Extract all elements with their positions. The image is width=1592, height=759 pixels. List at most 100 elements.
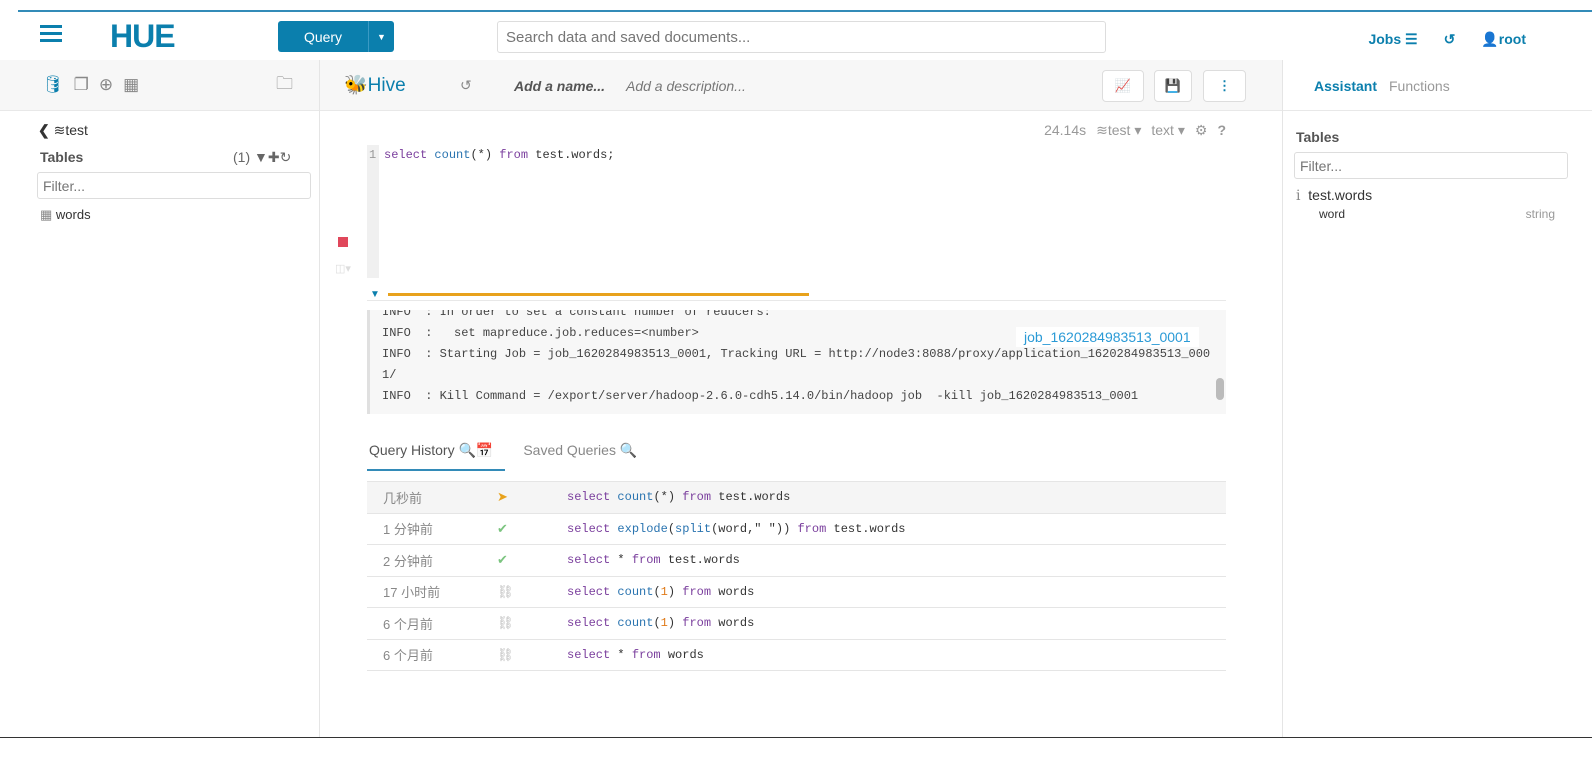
- sql-token: count: [617, 584, 654, 599]
- sql-token: select: [567, 616, 618, 631]
- history-row[interactable]: 17 小时前 ⛓ select count(1) from words: [367, 577, 1226, 608]
- history-query[interactable]: select explode(split(word," ")) from tes…: [567, 522, 1226, 536]
- history-row[interactable]: 1 分钟前 ✔ select explode(split(word," ")) fr…: [367, 514, 1226, 545]
- sql-token: test.words: [660, 553, 740, 568]
- editor-gutter: [367, 145, 379, 278]
- tables-filter-input[interactable]: [37, 172, 311, 199]
- execution-log[interactable]: INFO : In order to set a constant number…: [367, 310, 1226, 414]
- save-button[interactable]: 💾: [1154, 70, 1192, 102]
- add-icon[interactable]: ✚: [268, 149, 280, 165]
- filter-icon[interactable]: ▼: [254, 149, 268, 165]
- format-value: text: [1151, 122, 1174, 138]
- settings-gear-icon[interactable]: ⚙: [1195, 122, 1208, 139]
- history-time: 1 分钟前: [383, 522, 433, 538]
- clear-history-icon[interactable]: 📅: [476, 442, 493, 458]
- history-query[interactable]: select count(1) from words: [567, 585, 1226, 599]
- format-selector[interactable]: text ▾: [1151, 122, 1185, 139]
- history-row[interactable]: 2 分钟前 ✔ select * from test.words: [367, 545, 1226, 577]
- db-icon: ≋: [53, 122, 66, 138]
- more-options-button[interactable]: ⋮: [1203, 70, 1246, 102]
- history-row[interactable]: 6 个月前 ⛓ select count(1) from words: [367, 608, 1226, 640]
- query-dropdown-toggle[interactable]: ▼: [368, 21, 394, 52]
- global-search-input[interactable]: [497, 21, 1106, 53]
- folder-icon[interactable]: 🗀: [276, 71, 293, 100]
- success-check-icon: ✔: [497, 552, 508, 568]
- column-item[interactable]: word: [1319, 207, 1345, 221]
- top-nav: HUE Query ▼ Jobs ☰ ↺ 👤root: [0, 12, 1592, 60]
- sql-token: from: [682, 616, 712, 631]
- sql-editor[interactable]: select count(*) from test.words;: [384, 148, 614, 162]
- sql-token: split: [675, 521, 712, 536]
- assist-filter-input[interactable]: [1294, 152, 1568, 179]
- refresh-icon[interactable]: ↻: [280, 149, 292, 165]
- user-menu[interactable]: 👤root: [1481, 31, 1526, 48]
- sql-token: select: [567, 490, 618, 505]
- tables-count: (1): [233, 149, 251, 165]
- tab-assistant[interactable]: Assistant: [1314, 78, 1377, 94]
- history-query[interactable]: select count(1) from words: [567, 616, 1226, 630]
- tab-saved-queries[interactable]: Saved Queries 🔍: [505, 436, 649, 471]
- table-item-words[interactable]: ▦ words: [40, 207, 91, 223]
- sql-token: select: [567, 553, 618, 568]
- query-name-field[interactable]: Add a name...: [514, 78, 605, 94]
- sql-token: ): [667, 616, 683, 631]
- log-scrollbar[interactable]: [1216, 378, 1224, 400]
- hamburger-menu-icon[interactable]: [40, 25, 62, 43]
- history-icon[interactable]: ↺: [1444, 31, 1456, 48]
- grid-icon[interactable]: ▦: [123, 75, 139, 95]
- db-breadcrumb[interactable]: ❮ ≋test: [38, 122, 88, 139]
- database-value: test: [1107, 122, 1131, 138]
- chart-button[interactable]: 📈: [1102, 70, 1144, 102]
- snippet-type-icon[interactable]: ◫▾: [335, 262, 351, 275]
- query-description-field[interactable]: Add a description...: [626, 78, 746, 94]
- sql-token: test.words: [826, 521, 906, 536]
- query-button[interactable]: Query: [278, 21, 368, 52]
- search-icon[interactable]: 🔍: [458, 442, 475, 458]
- database-icon[interactable]: 🛢: [42, 75, 64, 95]
- history-time: 6 个月前: [383, 648, 433, 664]
- engine-name: Hive: [367, 75, 406, 96]
- sql-token: count: [617, 490, 654, 505]
- sql-token: explode: [617, 521, 668, 536]
- jobs-button[interactable]: Jobs ☰: [1368, 31, 1417, 48]
- tab-query-history[interactable]: Query History 🔍📅: [367, 436, 506, 471]
- stop-execution-button[interactable]: [338, 237, 348, 247]
- sql-token: test.words;: [528, 148, 615, 162]
- job-link[interactable]: job_1620284983513_0001: [1016, 327, 1199, 347]
- execution-time: 24.14s: [1044, 122, 1087, 138]
- tab-label: Query History: [369, 442, 455, 458]
- back-chevron-icon[interactable]: ❮: [38, 122, 50, 138]
- database-selector[interactable]: ≋test ▾: [1096, 122, 1141, 139]
- sql-token: (word," ")): [711, 521, 798, 536]
- sql-token: select: [567, 521, 618, 536]
- info-icon[interactable]: i: [1296, 188, 1300, 204]
- history-row[interactable]: 几秒前 ➤ select count(*) from test.words: [367, 482, 1226, 514]
- history-row[interactable]: 6 个月前 ⛓ select * from words: [367, 640, 1226, 671]
- history-icon[interactable]: ↺: [460, 77, 472, 94]
- hive-engine[interactable]: 🐝Hive: [344, 73, 406, 97]
- broken-link-icon: ⛓: [497, 646, 514, 662]
- sql-token: words: [711, 616, 755, 631]
- query-history-table: 几秒前 ➤ select count(*) from test.words 1 分钟前…: [367, 481, 1226, 671]
- sql-token: words: [660, 647, 704, 662]
- sql-token: select: [384, 148, 435, 162]
- documents-icon[interactable]: ❐: [74, 75, 89, 95]
- jobs-icon: ☰: [1405, 31, 1418, 47]
- search-zoom-icon[interactable]: ⊕: [99, 75, 113, 95]
- history-query[interactable]: select * from words: [567, 648, 1226, 662]
- table-icon: ▦: [40, 207, 53, 222]
- hue-logo[interactable]: HUE: [110, 18, 176, 55]
- tab-label: Saved Queries: [523, 442, 616, 458]
- tables-heading: Tables: [40, 149, 84, 165]
- sql-token: ): [667, 584, 683, 599]
- history-query[interactable]: select * from test.words: [567, 553, 1226, 567]
- collapse-log-icon[interactable]: ▼: [370, 289, 380, 300]
- search-icon[interactable]: 🔍: [620, 442, 637, 458]
- history-query[interactable]: select count(*) from test.words: [567, 490, 1226, 504]
- log-line: INFO : Starting Job = job_1620284983513_…: [382, 347, 1211, 361]
- tab-functions[interactable]: Functions: [1389, 78, 1450, 94]
- assist-table-test-words[interactable]: i test.words: [1296, 187, 1372, 204]
- left-assist-panel: 🛢 ❐ ⊕ ▦ 🗀 ❮ ≋test Tables (1) ▼✚↻ ▦ words: [0, 60, 320, 737]
- column-type: string: [1525, 207, 1555, 221]
- help-icon[interactable]: ?: [1217, 122, 1226, 139]
